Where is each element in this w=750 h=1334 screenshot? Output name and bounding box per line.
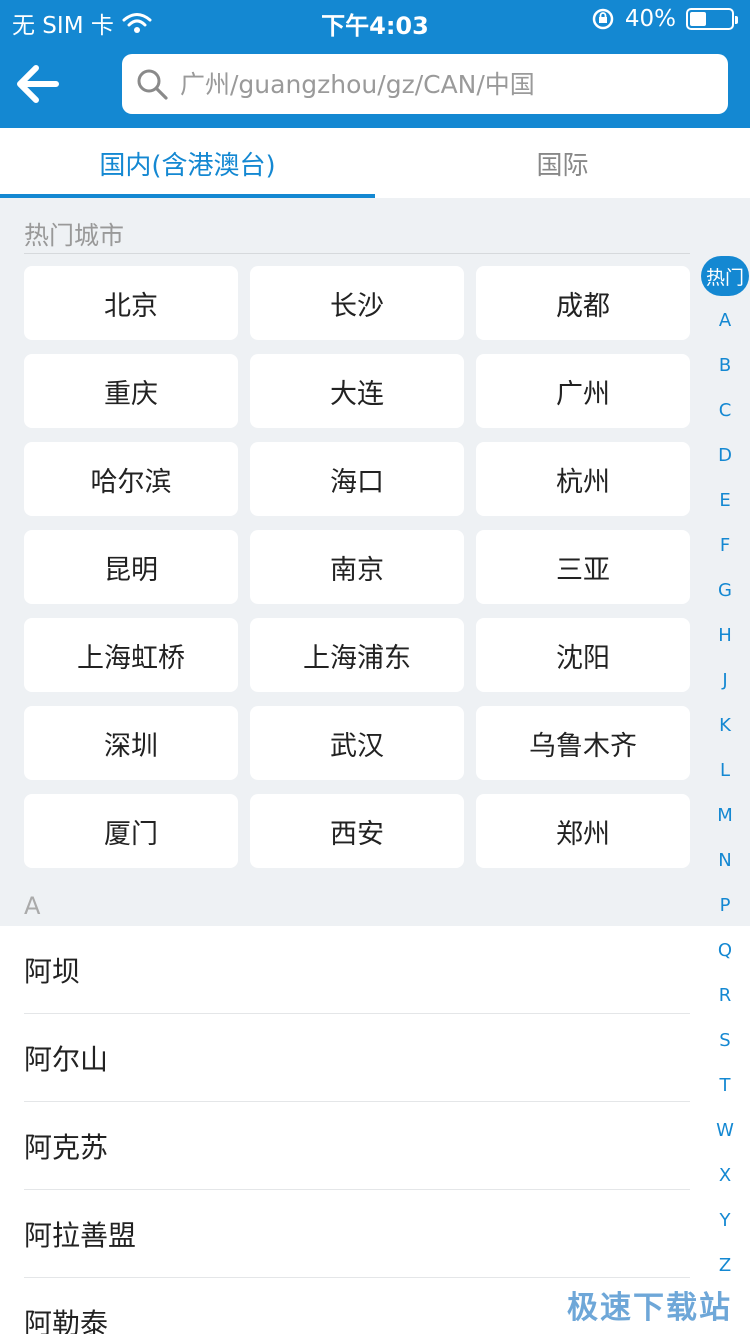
list-item[interactable]: 阿拉善盟 <box>24 1190 690 1278</box>
index-letter-c[interactable]: C <box>700 388 750 433</box>
city-button[interactable]: 上海浦东 <box>250 618 464 692</box>
status-right: 40% <box>591 6 738 32</box>
list-item[interactable]: 阿克苏 <box>24 1102 690 1190</box>
city-button[interactable]: 上海虹桥 <box>24 618 238 692</box>
tab-bar: 国内(含港澳台) 国际 <box>0 128 750 198</box>
city-button[interactable]: 大连 <box>250 354 464 428</box>
divider <box>24 253 690 254</box>
battery-percent: 40% <box>624 6 676 32</box>
search-icon <box>137 69 168 100</box>
section-header-a: A <box>24 892 41 920</box>
index-hot[interactable]: 热门 <box>701 256 749 296</box>
watermark: 极速下载站 <box>567 1290 732 1326</box>
battery-icon <box>686 8 738 30</box>
hot-cities-grid: 北京 长沙 成都 重庆 大连 广州 哈尔滨 海口 杭州 昆明 南京 三亚 上海虹… <box>24 266 690 868</box>
city-button[interactable]: 三亚 <box>476 530 690 604</box>
index-letter-f[interactable]: F <box>700 523 750 568</box>
city-button[interactable]: 杭州 <box>476 442 690 516</box>
city-button[interactable]: 长沙 <box>250 266 464 340</box>
city-button[interactable]: 海口 <box>250 442 464 516</box>
city-button[interactable]: 厦门 <box>24 794 238 868</box>
index-letter-h[interactable]: H <box>700 613 750 658</box>
city-button[interactable]: 沈阳 <box>476 618 690 692</box>
back-button[interactable] <box>14 62 62 106</box>
index-letter-m[interactable]: M <box>700 793 750 838</box>
city-button[interactable]: 乌鲁木齐 <box>476 706 690 780</box>
alphabet-index[interactable]: 热门 ABCDEFGHJKLMNPQRSTWXYZ <box>700 256 750 1288</box>
search-input[interactable] <box>180 69 700 99</box>
city-button[interactable]: 武汉 <box>250 706 464 780</box>
city-button[interactable]: 深圳 <box>24 706 238 780</box>
city-button[interactable]: 昆明 <box>24 530 238 604</box>
index-letter-x[interactable]: X <box>700 1153 750 1198</box>
tab-domestic[interactable]: 国内(含港澳台) <box>0 128 375 198</box>
index-letter-p[interactable]: P <box>700 883 750 928</box>
index-letters: ABCDEFGHJKLMNPQRSTWXYZ <box>700 298 750 1288</box>
hot-cities-title: 热门城市 <box>24 221 125 250</box>
index-letter-s[interactable]: S <box>700 1018 750 1063</box>
rotation-lock-icon <box>592 8 614 30</box>
tab-international[interactable]: 国际 <box>375 128 750 198</box>
city-button[interactable]: 南京 <box>250 530 464 604</box>
city-button[interactable]: 成都 <box>476 266 690 340</box>
index-letter-g[interactable]: G <box>700 568 750 613</box>
index-letter-k[interactable]: K <box>700 703 750 748</box>
app-header: 无 SIM 卡 下午4:03 40% <box>0 0 750 128</box>
index-letter-d[interactable]: D <box>700 433 750 478</box>
index-letter-w[interactable]: W <box>700 1108 750 1153</box>
index-letter-a[interactable]: A <box>700 298 750 343</box>
index-letter-l[interactable]: L <box>700 748 750 793</box>
city-button[interactable]: 郑州 <box>476 794 690 868</box>
status-bar: 无 SIM 卡 下午4:03 40% <box>0 0 750 40</box>
index-letter-e[interactable]: E <box>700 478 750 523</box>
index-letter-j[interactable]: J <box>700 658 750 703</box>
city-button[interactable]: 哈尔滨 <box>24 442 238 516</box>
index-letter-r[interactable]: R <box>700 973 750 1018</box>
index-letter-q[interactable]: Q <box>700 928 750 973</box>
index-letter-b[interactable]: B <box>700 343 750 388</box>
arrow-left-icon <box>17 65 59 103</box>
city-button[interactable]: 西安 <box>250 794 464 868</box>
city-button[interactable]: 北京 <box>24 266 238 340</box>
list-item[interactable]: 阿坝 <box>24 926 690 1014</box>
battery-fill <box>690 12 706 26</box>
index-letter-y[interactable]: Y <box>700 1198 750 1243</box>
index-letter-n[interactable]: N <box>700 838 750 883</box>
city-button[interactable]: 广州 <box>476 354 690 428</box>
list-item[interactable]: 阿尔山 <box>24 1014 690 1102</box>
search-box[interactable] <box>122 54 728 114</box>
city-list[interactable]: 阿坝 阿尔山 阿克苏 阿拉善盟 阿勒泰 <box>0 926 750 1334</box>
index-letter-t[interactable]: T <box>700 1063 750 1108</box>
city-button[interactable]: 重庆 <box>24 354 238 428</box>
